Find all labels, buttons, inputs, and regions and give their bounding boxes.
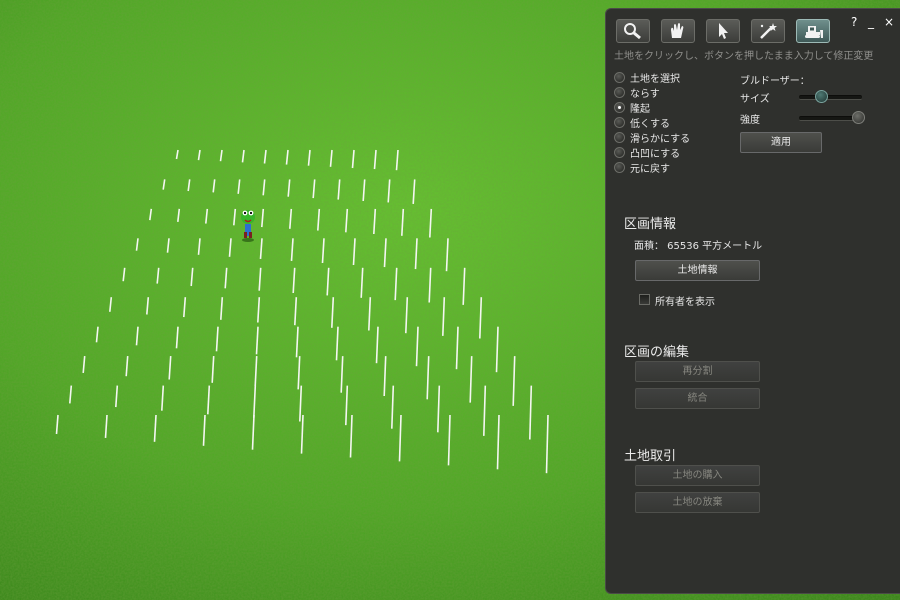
radio-button[interactable] [614, 101, 625, 113]
show-owners-checkbox[interactable] [639, 294, 650, 305]
mode-select-land[interactable]: 土地を選択 [614, 70, 680, 85]
minimize-button[interactable]: _ [868, 15, 874, 29]
buy-land-button[interactable]: 土地の購入 [635, 465, 760, 486]
radio-button[interactable] [614, 71, 625, 83]
tool-edit-button[interactable] [706, 19, 740, 43]
close-button[interactable]: × [884, 15, 894, 29]
abandon-land-button[interactable]: 土地の放棄 [635, 492, 760, 513]
tool-hint-text: 土地をクリックし、ボタンを押したまま入力して修正変更 [614, 51, 874, 62]
apply-button[interactable]: 適用 [740, 132, 822, 153]
size-slider-handle[interactable] [814, 90, 828, 103]
radio-button[interactable] [614, 131, 625, 143]
magic-wand-icon [760, 23, 777, 39]
mode-roughen[interactable]: 凸凹にする [614, 145, 681, 160]
bulldozer-icon [805, 26, 823, 38]
join-button[interactable]: 統合 [635, 388, 760, 409]
parcel-info-heading: 区画情報 [624, 217, 677, 232]
mode-smooth[interactable]: 滑らかにする [614, 130, 691, 145]
mode-label: 土地を選択 [630, 73, 680, 85]
subdivide-button[interactable]: 再分割 [635, 361, 760, 382]
parcel-edit-heading: 区画の編集 [624, 345, 690, 360]
radio-button[interactable] [614, 86, 625, 98]
help-button[interactable]: ? [851, 15, 857, 29]
bulldozer-title: ブルドーザー： [740, 76, 810, 87]
show-owners-label: 所有者を表示 [655, 297, 715, 308]
mode-revert[interactable]: 元に戻す [614, 160, 670, 175]
strength-slider-handle[interactable] [852, 111, 866, 124]
mode-flatten[interactable]: ならす [614, 85, 660, 100]
arrow-pointer-icon [719, 23, 728, 39]
mode-lower[interactable]: 低くする [614, 115, 670, 130]
land-deal-heading: 土地取引 [624, 449, 677, 464]
grab-hand-icon [671, 23, 684, 38]
mode-label: ならす [630, 88, 660, 100]
strength-label: 強度 [740, 115, 760, 126]
terrain-edit-floater: ? _ × 土地をクリックし、ボタンを押したまま入力して修正変更 土地を選択 な… [605, 8, 900, 594]
mode-label: 凸凹にする [630, 148, 681, 160]
radio-button[interactable] [614, 161, 625, 173]
size-slider[interactable] [799, 95, 862, 100]
magnifier-icon [624, 23, 641, 40]
tool-create-button[interactable] [751, 19, 785, 43]
mode-label: 元に戻す [630, 163, 670, 175]
mode-raise[interactable]: 隆起 [614, 100, 650, 115]
radio-button[interactable] [614, 116, 625, 128]
mode-label: 低くする [630, 118, 670, 130]
tool-move-button[interactable] [661, 19, 695, 43]
mode-label: 滑らかにする [630, 133, 691, 145]
parcel-area-text: 面積： 65536 平方メートル [634, 241, 763, 252]
land-info-button[interactable]: 土地情報 [635, 260, 760, 281]
radio-button[interactable] [614, 146, 625, 158]
mode-label: 隆起 [630, 103, 650, 115]
tool-land-button[interactable] [796, 19, 830, 43]
size-label: サイズ [740, 94, 770, 105]
tool-focus-button[interactable] [616, 19, 650, 43]
